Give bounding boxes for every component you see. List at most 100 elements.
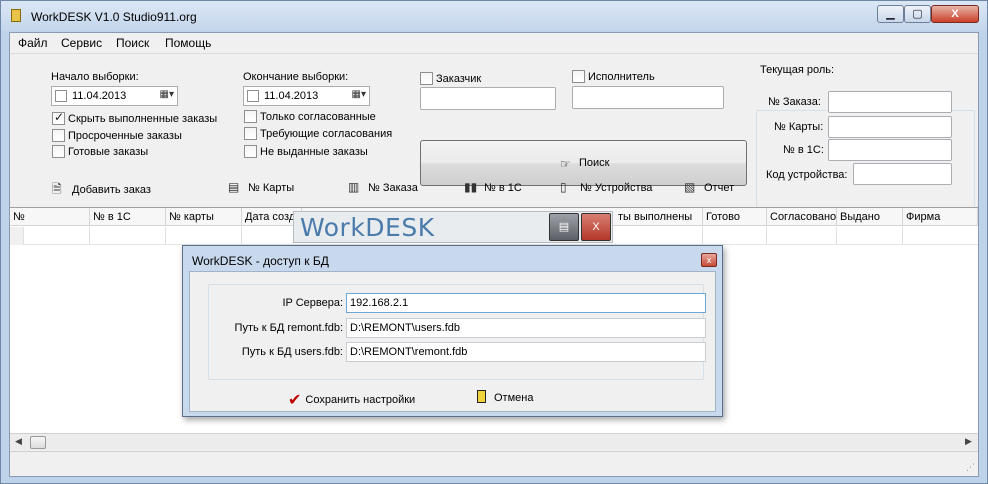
scroll-right-arrow-icon[interactable]: ▶ [965,436,972,447]
minimize-button[interactable]: ▁ [877,5,904,23]
needs-approval-label: Требующие согласования [260,128,393,140]
server-ip-label: IP Сервера: [282,297,343,309]
ready-checkbox[interactable] [52,145,65,158]
filter-panel: Начало выборки: 11.04.2013 ▦▾ Окончание … [10,53,978,228]
executor-checkbox[interactable] [572,70,585,83]
cancel-button[interactable]: Отмена [477,388,533,406]
scroll-left-arrow-icon[interactable]: ◀ [15,436,22,447]
resize-grip-icon[interactable]: ⋰ [966,462,975,473]
table-cell[interactable] [90,227,166,245]
document-add-icon: 🗎 [52,182,62,196]
scroll-thumb[interactable] [30,436,46,449]
brand-logo-text: WorkDESK [300,213,435,242]
maximize-button[interactable]: ▢ [904,5,931,23]
number-1c-input[interactable] [828,139,952,161]
app-icon [11,9,21,22]
start-date-label: Начало выборки: [51,71,139,83]
card-number-button[interactable]: ▤ № Карты [228,180,294,198]
pointing-hand-icon: ☞ [560,157,571,171]
start-date-value: 11.04.2013 [72,90,127,102]
card-number-label: № Карты: [774,121,824,133]
column-header[interactable]: Выдано [837,208,903,226]
menu-search[interactable]: Поиск [116,36,149,50]
only-approved-checkbox[interactable] [244,110,257,123]
executor-input[interactable] [572,86,724,109]
table-cell[interactable] [166,227,242,245]
device-number-button[interactable]: ▯ № Устройства [560,180,652,198]
number-1c-button[interactable]: ▮▮ № в 1С [464,180,522,198]
close-button[interactable]: X [931,5,979,23]
menu-file[interactable]: Файл [18,36,48,50]
table-cell[interactable] [767,227,837,245]
overdue-checkbox[interactable] [52,129,65,142]
server-ip-input[interactable]: 192.168.2.1 [346,293,706,313]
row-selector[interactable] [10,227,24,245]
save-settings-button[interactable]: ✔ Сохранить настройки [288,388,415,409]
start-date-checkbox[interactable] [55,90,67,102]
order-number-input[interactable] [828,91,952,113]
table-cell[interactable] [837,227,903,245]
role-title: Текущая роль: [760,64,835,76]
splash-window: WorkDESK ▤ X [293,211,613,243]
number-1c-label: № в 1С: [783,144,824,156]
column-header[interactable]: ты выполнены [615,208,703,226]
end-date-picker[interactable]: 11.04.2013 ▦▾ [243,86,370,106]
search-button-label: Поиск [579,157,610,169]
column-header[interactable]: Готово [703,208,767,226]
db-access-dialog: WorkDESK - доступ к БД x IP Сервера: 192… [182,245,723,417]
hide-completed-label: Скрыть выполненные заказы [68,113,218,125]
needs-approval-checkbox[interactable] [244,127,257,140]
users-db-path-input[interactable]: D:\REMONT\remont.fdb [346,342,706,362]
column-header[interactable]: Фирма [903,208,978,226]
remont-db-path-input[interactable]: D:\REMONT\users.fdb [346,318,706,338]
end-date-value: 11.04.2013 [264,90,319,102]
menu-help[interactable]: Помощь [165,36,211,50]
title-bar[interactable]: WorkDESK V1.0 Studio911.org ▁ ▢ X [1,1,987,31]
horizontal-scrollbar[interactable]: ◀ ▶ [10,433,978,450]
start-date-picker[interactable]: 11.04.2013 ▦▾ [51,86,178,106]
calendar-dropdown-icon[interactable]: ▦▾ [150,89,174,103]
device-code-label: Код устройства: [766,169,848,181]
card-number-input[interactable] [828,116,952,138]
report-icon: ▧ [684,180,696,194]
dialog-close-button[interactable]: x [701,253,717,267]
add-order-button[interactable]: 🗎 Добавить заказ [52,180,151,198]
column-header[interactable]: Согласовано [767,208,837,226]
dialog-title: WorkDESK - доступ к БД [192,254,329,268]
card-icon: ▤ [228,180,240,194]
connection-group: IP Сервера: 192.168.2.1 Путь к БД remont… [208,284,706,380]
column-header[interactable]: № карты [166,208,242,226]
table-cell[interactable] [703,227,767,245]
orders-icon: ▥ [348,180,360,194]
remont-db-path-label: Путь к БД remont.fdb: [234,322,343,334]
order-number-label: № Заказа: [768,96,821,108]
customer-input[interactable] [420,87,556,110]
not-issued-label: Не выданные заказы [260,146,368,158]
hide-completed-checkbox[interactable] [52,110,65,125]
users-db-path-label: Путь к БД users.fdb: [241,346,343,358]
order-number-button[interactable]: ▥ № Заказа [348,180,418,198]
report-button[interactable]: ▧ Отчет [684,180,734,198]
door-exit-icon [477,390,486,403]
column-header[interactable]: № в 1С [90,208,166,226]
window-title: WorkDESK V1.0 Studio911.org [31,10,197,24]
executor-label: Исполнитель [588,71,655,83]
table-cell[interactable] [615,227,703,245]
customer-label: Заказчик [436,73,482,85]
not-issued-checkbox[interactable] [244,145,257,158]
menu-service[interactable]: Сервис [61,36,102,50]
calendar-dropdown-icon[interactable]: ▦▾ [342,89,366,103]
table-cell[interactable] [24,227,90,245]
status-bar: ⋰ [10,451,978,476]
overdue-label: Просроченные заказы [68,130,182,142]
printer-icon[interactable]: ▤ [549,213,579,241]
end-date-checkbox[interactable] [247,90,259,102]
dialog-body: IP Сервера: 192.168.2.1 Путь к БД remont… [189,271,716,412]
checkmark-icon: ✔ [288,392,302,409]
only-approved-label: Только согласованные [260,111,376,123]
column-header[interactable]: № [10,208,90,226]
customer-checkbox[interactable] [420,72,433,85]
device-icon: ▯ [560,180,567,194]
splash-close-button[interactable]: X [581,213,611,241]
device-code-input[interactable] [853,163,952,185]
